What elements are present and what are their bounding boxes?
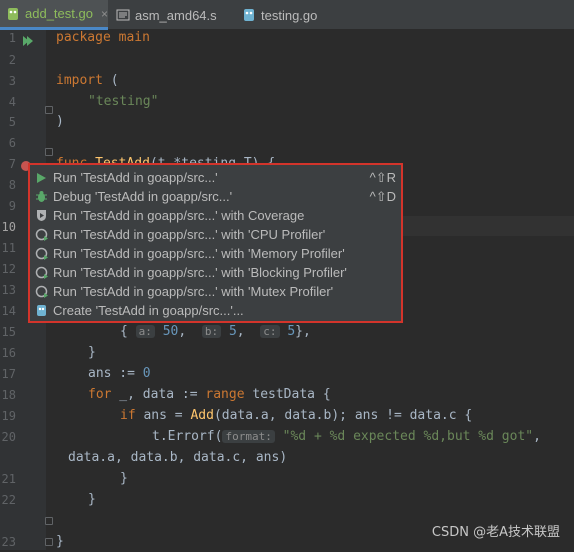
line-number: 9 bbox=[8, 199, 16, 213]
code-text: _, data := bbox=[111, 387, 206, 402]
if-keyword: if bbox=[120, 408, 136, 423]
menu-item-run[interactable]: Run 'TestAdd in goapp/src...' ^⇧R bbox=[34, 168, 396, 187]
line-number: 5 bbox=[8, 115, 16, 129]
code-text: ans = bbox=[135, 408, 191, 423]
range-keyword: range bbox=[205, 387, 245, 402]
debug-icon bbox=[34, 190, 48, 204]
line-number-current: 10 bbox=[1, 220, 16, 234]
tab-label: asm_amd64.s bbox=[135, 7, 217, 23]
line-number: 12 bbox=[1, 262, 16, 276]
code-text: } bbox=[56, 534, 64, 549]
code-text: } bbox=[88, 345, 96, 360]
line-number: 6 bbox=[8, 136, 16, 150]
line-number: 1 bbox=[8, 31, 16, 45]
menu-item-cpu-profiler[interactable]: Run 'TestAdd in goapp/src...' with 'CPU … bbox=[34, 225, 396, 244]
code-text: } bbox=[88, 492, 96, 507]
menu-item-label: Create 'TestAdd in goapp/src...'... bbox=[53, 303, 244, 318]
menu-item-memory-profiler[interactable]: Run 'TestAdd in goapp/src...' with 'Memo… bbox=[34, 244, 396, 263]
assembly-file-icon bbox=[116, 8, 130, 22]
menu-item-label: Run 'TestAdd in goapp/src...' with 'CPU … bbox=[53, 227, 326, 242]
line-number: 22 bbox=[1, 493, 16, 507]
line-number: 8 bbox=[8, 178, 16, 192]
menu-item-label: Run 'TestAdd in goapp/src...' with 'Mute… bbox=[53, 284, 334, 299]
run-test-gutter-icon[interactable] bbox=[22, 32, 34, 51]
line-number: 16 bbox=[1, 346, 16, 360]
menu-item-label: Run 'TestAdd in goapp/src...' with Cover… bbox=[53, 208, 305, 223]
tab-label: testing.go bbox=[261, 7, 318, 23]
code-text: , bbox=[178, 324, 202, 339]
profiler-icon bbox=[34, 247, 48, 261]
profiler-icon bbox=[34, 228, 48, 242]
editor-tab-bar: add_test.go × asm_amd64.s testing.go bbox=[0, 0, 574, 30]
menu-item-shortcut: ^⇧D bbox=[369, 188, 396, 204]
watermark: CSDN @老A技术联盟 bbox=[431, 525, 560, 540]
menu-item-label: Debug 'TestAdd in goapp/src...' bbox=[53, 189, 233, 204]
code-text: }, bbox=[295, 324, 311, 339]
coverage-icon bbox=[34, 209, 48, 223]
tab-testing-go[interactable]: testing.go bbox=[236, 0, 346, 30]
menu-item-label: Run 'TestAdd in goapp/src...' with 'Bloc… bbox=[53, 265, 347, 280]
tab-asm-amd64-s[interactable]: asm_amd64.s bbox=[110, 0, 236, 30]
param-hint: b: bbox=[201, 325, 222, 338]
line-number: 21 bbox=[1, 472, 16, 486]
go-file-icon bbox=[6, 7, 20, 21]
code-text: (data.a, data.b); ans != data.c { bbox=[213, 408, 473, 423]
number-literal: 5 bbox=[221, 324, 237, 339]
menu-item-shortcut: ^⇧R bbox=[369, 169, 396, 185]
code-text: ans := bbox=[88, 366, 143, 381]
format-string: "%d + %d expected %d,but %d got" bbox=[282, 429, 534, 444]
line-number: 11 bbox=[1, 241, 16, 255]
param-hint: a: bbox=[135, 325, 155, 338]
param-hint: format: bbox=[222, 430, 275, 443]
code-text: , bbox=[236, 324, 261, 339]
number-literal: 0 bbox=[142, 366, 151, 381]
number-literal: 50 bbox=[154, 324, 179, 339]
code-text: { bbox=[120, 324, 136, 339]
create-config-icon bbox=[34, 304, 48, 318]
line-number: 14 bbox=[1, 304, 16, 318]
menu-item-mutex-profiler[interactable]: Run 'TestAdd in goapp/src...' with 'Mute… bbox=[34, 282, 396, 301]
line-number: 19 bbox=[1, 409, 16, 423]
code-text: , bbox=[533, 429, 541, 444]
menu-item-debug[interactable]: Debug 'TestAdd in goapp/src...' ^⇧D bbox=[34, 187, 396, 206]
import-keyword: import bbox=[56, 73, 103, 88]
line-number: 17 bbox=[1, 367, 16, 381]
menu-item-create-config[interactable]: Create 'TestAdd in goapp/src...'... bbox=[34, 301, 396, 320]
close-icon[interactable]: × bbox=[101, 7, 108, 21]
menu-item-label: Run 'TestAdd in goapp/src...' with 'Memo… bbox=[53, 246, 345, 261]
code-text: ) bbox=[56, 114, 64, 129]
menu-item-blocking-profiler[interactable]: Run 'TestAdd in goapp/src...' with 'Bloc… bbox=[34, 263, 396, 282]
code-text: } bbox=[120, 471, 128, 486]
code-line-1: package main bbox=[56, 30, 150, 45]
run-icon bbox=[34, 171, 48, 185]
line-number: 2 bbox=[8, 53, 16, 67]
line-number: 20 bbox=[1, 430, 16, 444]
line-number: 15 bbox=[1, 325, 16, 339]
line-number: 4 bbox=[8, 95, 16, 109]
line-number: 13 bbox=[1, 283, 16, 297]
code-text: t.Errorf( bbox=[152, 429, 223, 444]
profiler-icon bbox=[34, 266, 48, 280]
menu-item-run-coverage[interactable]: Run 'TestAdd in goapp/src...' with Cover… bbox=[34, 206, 396, 225]
tab-label: add_test.go bbox=[25, 6, 93, 21]
go-file-icon bbox=[242, 8, 256, 22]
line-number: 18 bbox=[1, 388, 16, 402]
run-context-menu: Run 'TestAdd in goapp/src...' ^⇧R Debug … bbox=[28, 163, 403, 323]
line-number: 3 bbox=[8, 74, 16, 88]
code-text: ( bbox=[102, 73, 119, 88]
param-hint: c: bbox=[260, 325, 280, 338]
function-call: Add bbox=[190, 408, 214, 423]
tab-add-test-go[interactable]: add_test.go × bbox=[0, 0, 108, 30]
line-number: 7 bbox=[8, 157, 16, 171]
line-number: 23 bbox=[1, 535, 16, 549]
code-text: testData { bbox=[244, 387, 331, 402]
code-text: data.a, data.b, data.c, ans) bbox=[68, 450, 288, 465]
for-keyword: for bbox=[88, 387, 112, 402]
menu-item-label: Run 'TestAdd in goapp/src...' bbox=[53, 170, 218, 185]
import-path: "testing" bbox=[88, 94, 159, 109]
profiler-icon bbox=[34, 285, 48, 299]
number-literal: 5 bbox=[279, 324, 296, 339]
